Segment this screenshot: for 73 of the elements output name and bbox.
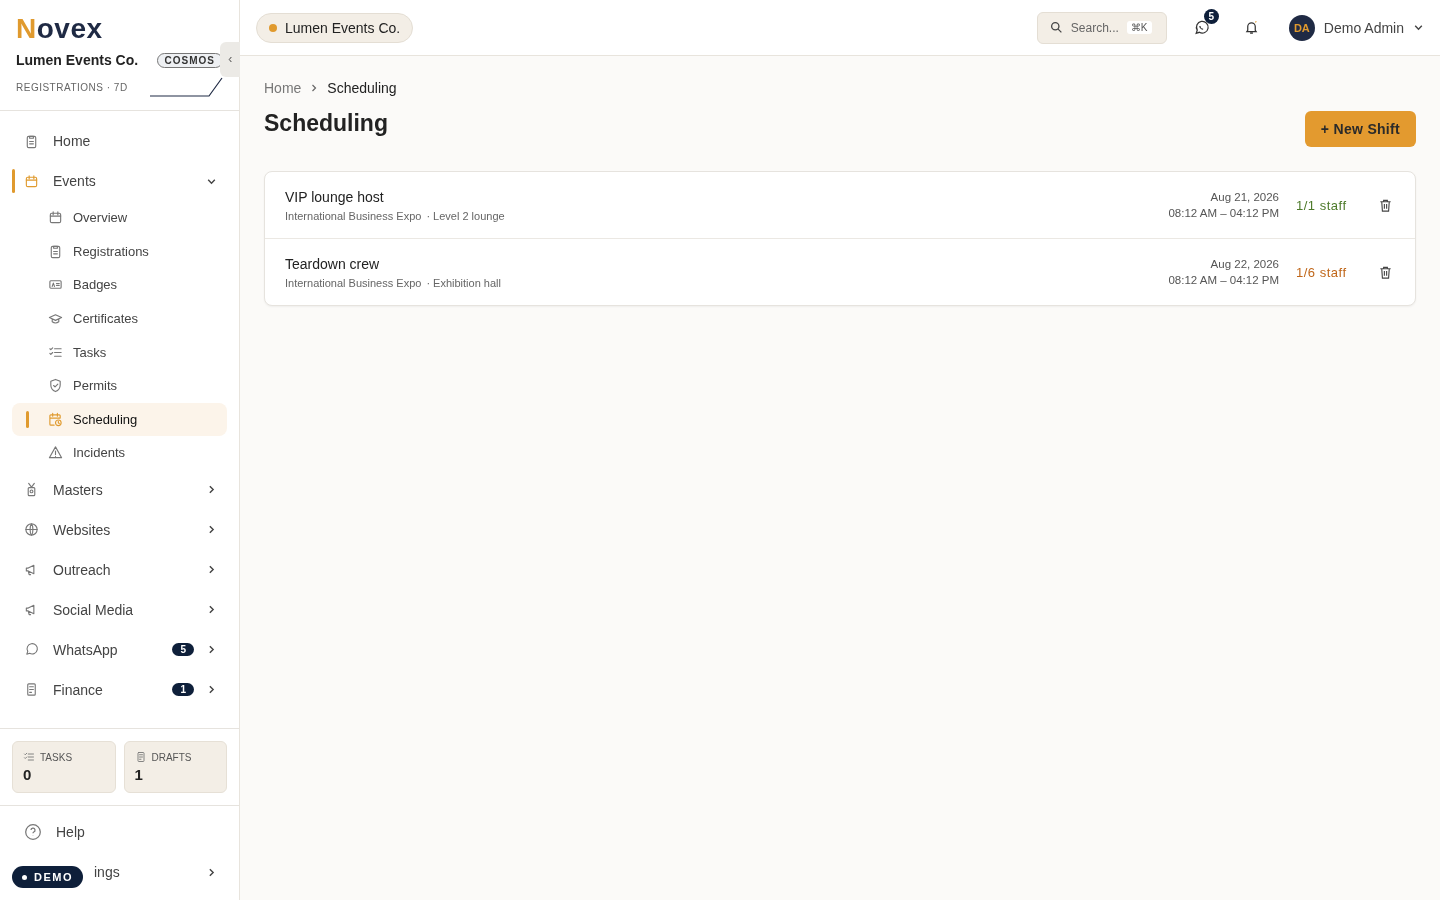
calendar-icon: [48, 210, 63, 226]
shift-date: Aug 21, 2026: [1210, 191, 1279, 203]
organization-chip[interactable]: Lumen Events Co.: [256, 12, 414, 43]
search-input[interactable]: Search...: [1070, 20, 1119, 35]
user-avatar: DA: [1288, 14, 1315, 41]
nav-subitem[interactable]: Badges: [12, 268, 227, 302]
nav-item[interactable]: Social Media: [12, 589, 227, 630]
stat-card[interactable]: TASKS 0: [12, 741, 116, 793]
stat-value: 1: [134, 766, 144, 783]
shift-time: 08:12 AM – 04:12 PM: [1168, 207, 1279, 219]
nav-subitem[interactable]: Registrations: [12, 234, 227, 269]
new-shift-button[interactable]: + New Shift: [1304, 111, 1416, 147]
nav-item[interactable]: Home: [12, 121, 227, 161]
shift-date: Aug 22, 2026: [1210, 258, 1279, 270]
trash-icon: [1378, 197, 1393, 213]
shift-role: VIP lounge host: [285, 188, 385, 205]
shift-role: Teardown crew: [285, 255, 381, 272]
nav-subitem[interactable]: Incidents: [12, 436, 227, 470]
checklist-icon: [23, 751, 35, 763]
nav-subitem[interactable]: Tasks: [12, 335, 227, 369]
graduation-cap-icon: [48, 311, 63, 327]
nav-subitem[interactable]: Scheduling: [12, 402, 227, 437]
nav-item[interactable]: Finance 1: [12, 669, 227, 710]
demo-badge: DEMO: [12, 866, 83, 888]
stat-value: 0: [23, 766, 33, 783]
clipboard-icon: [48, 243, 63, 259]
document-icon: [134, 751, 147, 763]
count-badge: 1: [172, 683, 194, 697]
nav-item[interactable]: Masters: [12, 469, 227, 510]
search-icon: [1049, 21, 1063, 34]
active-indicator: [26, 410, 29, 429]
page-title: Scheduling: [264, 110, 388, 137]
stat-card[interactable]: DRAFTS 1: [123, 741, 227, 793]
stat-label: TASKS: [40, 751, 73, 763]
chevron-left-icon: [227, 56, 233, 63]
nav-item[interactable]: Events: [12, 161, 227, 201]
shift-location: · Exhibition hall: [426, 276, 501, 289]
bell-icon: [1244, 20, 1260, 35]
logo: Novex: [16, 14, 103, 44]
staff-count: 1/6 staff: [1296, 264, 1348, 280]
trash-icon: [1378, 264, 1393, 280]
shift-time: 08:12 AM – 04:12 PM: [1168, 274, 1279, 286]
checklist-icon: [48, 344, 63, 360]
nav-subitem[interactable]: Overview: [12, 201, 227, 235]
help-icon: [24, 823, 42, 841]
nav-subitem[interactable]: Permits: [12, 368, 227, 403]
nav-item[interactable]: WhatsApp 5: [12, 629, 227, 670]
nav-item[interactable]: Help: [56, 824, 85, 840]
search-box[interactable]: Search... ⌘K: [1036, 11, 1167, 44]
organization-name: Lumen Events Co.: [16, 52, 139, 68]
breadcrumb-link[interactable]: Home: [264, 80, 302, 96]
shield-icon: [48, 378, 63, 394]
nav-subitem[interactable]: Certificates: [12, 301, 227, 336]
stat-label: DRAFTS: [151, 751, 192, 763]
user-name: Demo Admin: [1323, 19, 1404, 36]
warning-icon: [48, 445, 63, 461]
shortcut-hint: ⌘K: [1126, 21, 1152, 34]
active-indicator: [12, 169, 15, 193]
count-badge: 5: [1203, 8, 1219, 24]
calendar-clock-icon: [48, 411, 63, 427]
plan-tag: COSMOS: [156, 52, 223, 68]
nav-item[interactable]: Outreach: [12, 549, 227, 590]
count-badge: 5: [172, 643, 194, 657]
nav-item[interactable]: Websites: [12, 509, 227, 550]
staff-count: 1/1 staff: [1296, 197, 1348, 213]
shift-location: · Level 2 lounge: [426, 209, 505, 222]
sparkline-label: REGISTRATIONS · 7D: [16, 81, 128, 93]
nav-item[interactable]: ings: [94, 864, 120, 880]
breadcrumb-current: Scheduling: [327, 80, 397, 96]
chat-icon: [1193, 19, 1211, 36]
user-menu[interactable]: DA Demo Admin: [1288, 14, 1424, 41]
event-name: International Business Expo: [285, 209, 422, 222]
event-name: International Business Expo: [285, 276, 422, 289]
